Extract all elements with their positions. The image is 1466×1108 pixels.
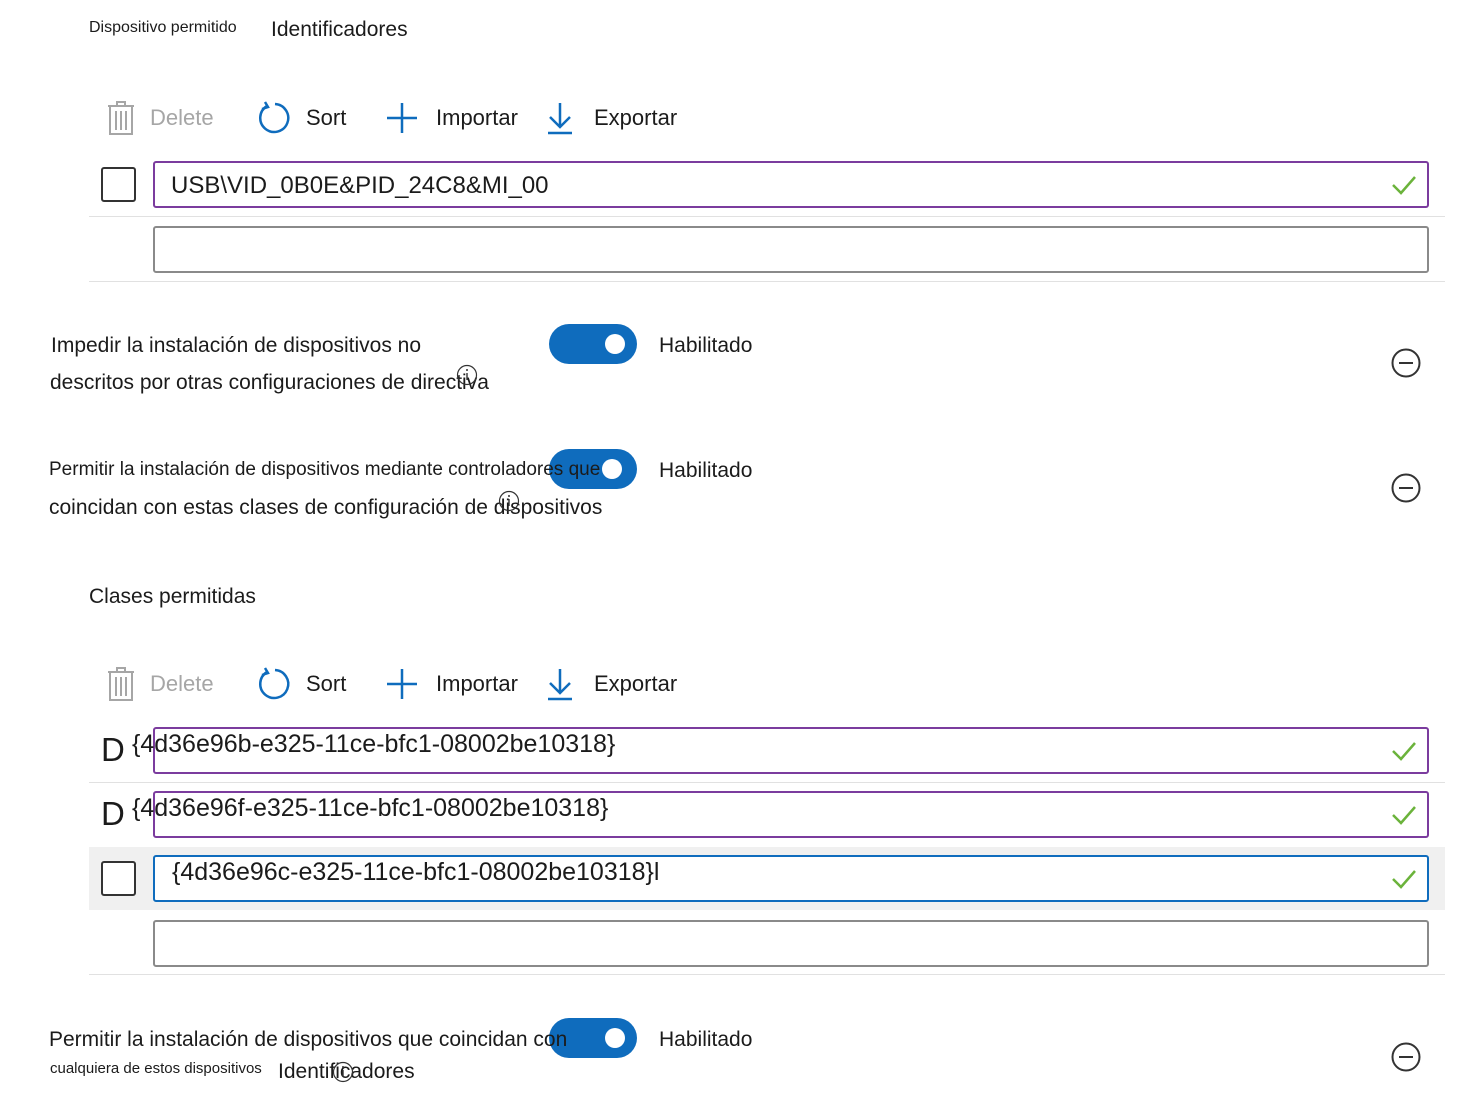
row-divider [89, 782, 1445, 783]
delete-button[interactable]: Delete [106, 666, 214, 702]
remove-setting-icon[interactable] [1391, 473, 1421, 503]
trash-icon [108, 667, 134, 701]
setting-label-line2: descritos por otras configuraciones de d… [50, 371, 489, 394]
setting-label: Permitir la instalación de dispositivos … [49, 1028, 568, 1051]
toggle-state: Habilitado [659, 459, 753, 482]
section-divider [89, 974, 1445, 975]
import-button[interactable]: Importar [385, 667, 518, 701]
download-icon [548, 103, 572, 135]
class-value: {4d36e96c-e325-11ce-bfc1-08002be10318}l [172, 858, 660, 886]
class-input[interactable]: {4d36e96b-e325-11ce-bfc1-08002be10318} [132, 727, 1429, 774]
export-label: Exportar [594, 105, 678, 130]
row-checkbox[interactable] [101, 861, 136, 896]
class-value: {4d36e96b-e325-11ce-bfc1-08002be10318} [132, 730, 616, 758]
toggle-state: Habilitado [659, 1028, 753, 1051]
delete-label: Delete [150, 105, 214, 130]
setting-label-line2-small: cualquiera de estos dispositivos [50, 1060, 262, 1077]
info-icon[interactable] [332, 1061, 354, 1083]
setting-label: Impedir la instalación de dispositivos n… [51, 334, 422, 357]
check-icon [1392, 176, 1416, 195]
refresh-icon [259, 101, 290, 134]
trash-icon [108, 101, 134, 135]
delete-label: Delete [150, 671, 214, 696]
remove-setting-icon[interactable] [1391, 1042, 1421, 1072]
remove-setting-icon[interactable] [1391, 348, 1421, 378]
check-icon [1392, 742, 1416, 761]
delete-button[interactable]: Delete [106, 100, 214, 136]
row-checkbox[interactable] [101, 167, 136, 202]
plus-icon [387, 669, 417, 699]
plus-icon [387, 103, 417, 133]
class-input-active[interactable]: {4d36e96c-e325-11ce-bfc1-08002be10318}l [153, 855, 1429, 902]
toggle-state: Habilitado [659, 334, 753, 357]
identifier-input[interactable]: USB\VID_0B0E&PID_24C8&MI_00 [153, 161, 1429, 208]
section-title-small: Dispositivo permitido [89, 19, 237, 36]
class-value: {4d36e96f-e325-11ce-bfc1-08002be10318} [132, 794, 609, 822]
check-icon [1392, 806, 1416, 825]
section-title-large: Identificadores [271, 18, 408, 41]
section-divider [89, 281, 1445, 282]
identifier-value: USB\VID_0B0E&PID_24C8&MI_00 [171, 172, 549, 199]
row-prefix: D [101, 731, 125, 768]
sort-label: Sort [306, 105, 347, 130]
class-input[interactable]: {4d36e96f-e325-11ce-bfc1-08002be10318} [132, 791, 1429, 838]
info-icon[interactable] [456, 364, 478, 386]
export-button[interactable]: Exportar [546, 101, 677, 135]
row-divider [89, 216, 1445, 217]
import-label: Importar [436, 671, 518, 696]
sort-button[interactable]: Sort [258, 667, 346, 701]
setting-label: Permitir la instalación de dispositivos … [49, 459, 601, 480]
sort-button[interactable]: Sort [258, 101, 346, 135]
new-identifier-input[interactable] [153, 226, 1429, 273]
import-button[interactable]: Importar [385, 101, 518, 135]
section-title: Clases permitidas [89, 585, 256, 608]
info-icon[interactable] [498, 490, 520, 512]
export-button[interactable]: Exportar [546, 667, 677, 701]
export-label: Exportar [594, 671, 678, 696]
check-icon [1392, 870, 1416, 889]
enabled-toggle[interactable] [549, 324, 637, 364]
row-prefix: D [101, 795, 125, 832]
refresh-icon [259, 667, 290, 700]
import-label: Importar [436, 105, 518, 130]
new-class-input[interactable] [153, 920, 1429, 967]
download-icon [548, 669, 572, 701]
sort-label: Sort [306, 671, 347, 696]
